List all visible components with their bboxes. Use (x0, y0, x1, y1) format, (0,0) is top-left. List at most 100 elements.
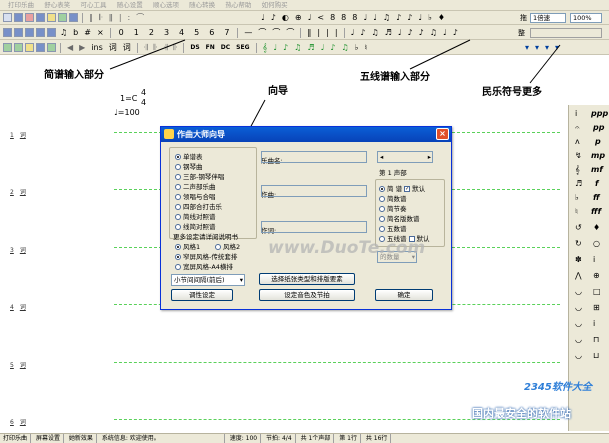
scroll-left-icon[interactable]: ◂ (380, 153, 383, 161)
staff-radio[interactable]: 简数谱 (379, 193, 407, 203)
scroll-right-icon[interactable]: ▸ (428, 152, 431, 162)
layout-radio[interactable]: 宽屏风格-A4横排 (175, 261, 233, 271)
type-radio[interactable]: 简线对照谱 (175, 211, 216, 221)
staff-label: 简名版数谱 (387, 215, 420, 223)
composer-input[interactable] (261, 185, 367, 197)
default-checkbox[interactable]: ✓ (404, 186, 411, 192)
chevron-down-icon: ▾ (239, 276, 243, 284)
symbol-icon[interactable]: ppp (591, 109, 608, 118)
symbol-icon[interactable]: ⅰ (593, 255, 595, 264)
title-input[interactable] (261, 151, 367, 163)
instrument-button[interactable]: 设定音色及节拍 (259, 289, 355, 301)
lyricist-input[interactable] (261, 221, 367, 233)
row-label: 3词 (4, 245, 26, 254)
type-radio[interactable]: 钢琴曲 (175, 161, 203, 171)
symbol-icon[interactable]: □ (593, 287, 601, 296)
staff-radio[interactable]: 简节奏 (379, 203, 407, 213)
symbol-icon[interactable]: ⊔ (593, 351, 599, 360)
row-number: 5 (10, 362, 14, 369)
symbol-icon[interactable]: ↯ (575, 151, 582, 160)
type-radio[interactable]: 单谱表 (175, 151, 203, 161)
type-label: 四部合打击乐 (183, 203, 222, 211)
staff-label: 简节奏 (387, 205, 407, 213)
close-button[interactable]: × (436, 128, 449, 140)
row-label: 4词 (4, 302, 26, 311)
dialog-titlebar[interactable]: 作曲大师向导 × (161, 127, 451, 142)
row-lyric-label[interactable]: 词 (20, 360, 26, 369)
row-lyric-label[interactable]: 词 (20, 130, 26, 139)
staff-line (114, 132, 162, 133)
symbol-icon[interactable]: ⋀ (575, 271, 582, 280)
staff-line (452, 247, 560, 248)
symbol-icon[interactable]: ◡ (575, 351, 582, 360)
symbol-icon[interactable]: ↺ (575, 223, 582, 232)
status-print-tab[interactable]: 打印乐曲 (0, 434, 32, 443)
status-screen-tab[interactable]: 屏幕设置 (33, 434, 64, 443)
symbol-icon[interactable]: ◡ (575, 303, 582, 312)
symbol-icon[interactable]: 𝄞 (575, 165, 580, 175)
type-radio[interactable]: 三部-钢琴伴唱 (175, 171, 224, 181)
symbol-icon[interactable]: f (595, 179, 598, 188)
part-scroll[interactable]: ◂ ▸ (377, 151, 433, 163)
symbol-icon[interactable]: ♭ (575, 193, 579, 202)
symbol-icon[interactable]: ◡ (575, 287, 582, 296)
row-lyric-label[interactable]: 词 (20, 245, 26, 254)
symbol-icon[interactable]: ↻ (575, 239, 582, 248)
status-effect-tab[interactable]: 她新效果 (66, 434, 97, 443)
symbol-icon[interactable]: p (595, 137, 601, 146)
symbol-icon[interactable]: ⅰ (593, 319, 595, 328)
annotation-jianpu: 简谱输入部分 (44, 70, 104, 81)
symbol-icon[interactable]: ◡ (575, 335, 582, 344)
dialog-title: 作曲大师向导 (177, 130, 225, 139)
type-radio[interactable]: 领唱与合唱 (175, 191, 216, 201)
default-label: 默认 (412, 185, 426, 193)
staff-line (452, 189, 560, 190)
symbol-icon[interactable]: ♮ (575, 207, 578, 216)
symbol-icon[interactable]: ff (593, 193, 600, 202)
staff-label: 简 谱 (387, 185, 403, 193)
row-number: 1 (10, 132, 14, 139)
type-radio[interactable]: 二声部乐曲 (175, 181, 216, 191)
symbol-icon[interactable]: ◡ (575, 319, 582, 328)
symbol-icon[interactable]: ✽ (575, 255, 582, 264)
type-radio[interactable]: 线简对照谱 (175, 221, 216, 231)
row-lyric-label[interactable]: 词 (20, 187, 26, 196)
adjust-button[interactable]: 调性设定 (171, 289, 233, 301)
staff-radio[interactable]: 简 谱 ✓ 默认 (379, 183, 425, 193)
status-total-rows: 共 16行 (363, 434, 392, 443)
style-radio[interactable]: 风格1 (175, 241, 200, 251)
symbol-icon[interactable]: mp (591, 151, 605, 160)
row-lyric-label[interactable]: 词 (20, 417, 26, 426)
symbol-icon[interactable]: mf (591, 165, 603, 174)
type-label: 领唱与合唱 (183, 193, 216, 201)
type-label: 三部-钢琴伴唱 (183, 173, 225, 181)
symbol-icon[interactable]: ⊓ (593, 335, 599, 344)
symbol-icon[interactable]: ♦ (593, 223, 600, 232)
symbol-icon[interactable]: ○ (593, 239, 600, 248)
symbol-icon[interactable]: ⅰ (575, 109, 577, 118)
staff-line (114, 362, 560, 363)
staff-radio[interactable]: 简名版数谱 (379, 213, 420, 223)
status-meter: 节拍: 4/4 (263, 434, 296, 443)
bar-spacing-select[interactable]: 小节间间隔(前后) ▾ (171, 274, 245, 286)
style-radio[interactable]: 风格2 (215, 241, 240, 251)
ok-button[interactable]: 确定 (375, 289, 433, 301)
symbol-icon[interactable]: ♬ (575, 179, 582, 188)
row-lyric-label[interactable]: 词 (20, 302, 26, 311)
part-label: 第 1 声部 (379, 169, 407, 177)
symbol-icon[interactable]: ⊕ (593, 271, 600, 280)
row-number: 2 (10, 189, 14, 196)
symbol-icon[interactable]: fff (591, 207, 601, 216)
brand-tagline: 国内最安全的软件站 (472, 407, 571, 420)
symbol-icon[interactable]: ʌ (575, 137, 580, 146)
type-radio[interactable]: 四部合打击乐 (175, 201, 222, 211)
symbol-icon[interactable]: ⊞ (593, 303, 600, 312)
layout-radio[interactable]: 窄屏风格-传统套排 (175, 251, 237, 261)
symbol-icon[interactable]: pp (593, 123, 604, 132)
type-label: 线简对照谱 (183, 223, 216, 231)
symbol-icon[interactable]: 𝄐 (575, 123, 579, 133)
key-signature: 1=C (120, 94, 138, 103)
staff-radio[interactable]: 五数谱 (379, 223, 407, 233)
paper-button[interactable]: 选择纸张类型和排版要素 (259, 273, 355, 285)
staff-label: 五数谱 (387, 225, 407, 233)
